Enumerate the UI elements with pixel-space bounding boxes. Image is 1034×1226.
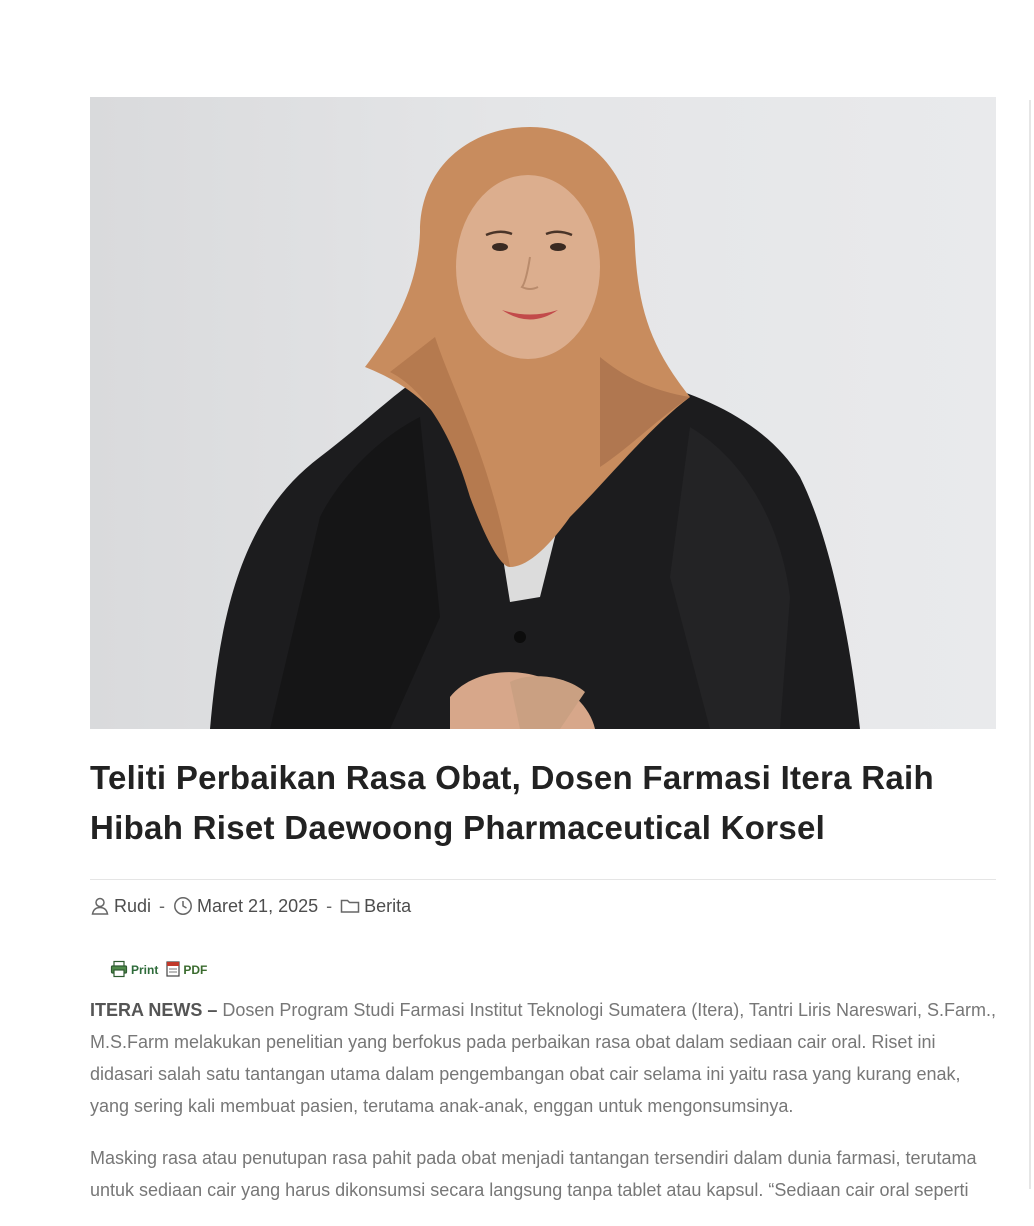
article-title: Teliti Perbaikan Rasa Obat, Dosen Farmas… bbox=[90, 759, 934, 846]
folder-icon bbox=[340, 896, 360, 916]
featured-image[interactable] bbox=[90, 97, 996, 729]
meta-separator: - bbox=[326, 895, 333, 916]
post-meta: Rudi - Maret 21, 2025 - Berita bbox=[90, 894, 996, 918]
pdf-icon bbox=[166, 960, 180, 980]
article: Teliti Perbaikan Rasa Obat, Dosen Farmas… bbox=[90, 97, 996, 1226]
portrait-photo bbox=[210, 127, 860, 729]
paragraph: ITERA NEWS – Dosen Program Studi Farmasi… bbox=[90, 994, 996, 1122]
article-body: ITERA NEWS – Dosen Program Studi Farmasi… bbox=[90, 994, 996, 1206]
author-link[interactable]: Rudi bbox=[114, 896, 151, 917]
user-icon bbox=[90, 896, 110, 916]
page-edge-rule bbox=[1029, 100, 1031, 1189]
print-pdf-bar: Print PDF bbox=[110, 960, 996, 980]
paragraph-text: Dosen Program Studi Farmasi Institut Tek… bbox=[90, 1000, 996, 1116]
pdf-label: PDF bbox=[183, 963, 208, 977]
pdf-button[interactable]: PDF bbox=[166, 960, 208, 980]
printer-icon bbox=[110, 960, 128, 981]
print-label: Print bbox=[131, 963, 159, 977]
print-button[interactable]: Print bbox=[110, 960, 158, 981]
title-divider bbox=[90, 879, 996, 880]
meta-separator: - bbox=[159, 895, 166, 916]
post-date: Maret 21, 2025 bbox=[197, 895, 319, 916]
lead-label: ITERA NEWS – bbox=[90, 1000, 218, 1020]
paragraph: Masking rasa atau penutupan rasa pahit p… bbox=[90, 1148, 977, 1200]
clock-icon bbox=[173, 896, 193, 916]
category-link[interactable]: Berita bbox=[364, 896, 411, 917]
